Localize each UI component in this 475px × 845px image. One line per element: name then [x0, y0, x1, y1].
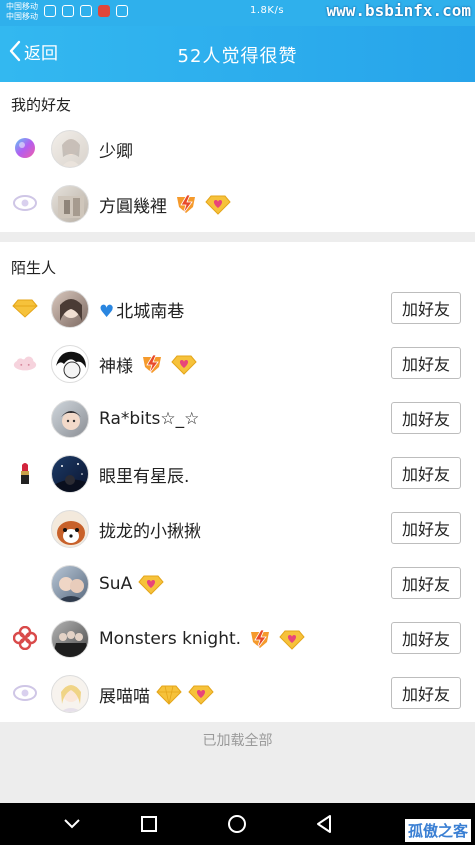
stranger-name: Ra*bits☆_☆ — [99, 409, 200, 429]
avatar[interactable] — [51, 510, 89, 548]
recent-apps-icon[interactable] — [134, 811, 164, 837]
messenger-notify-icon — [62, 5, 74, 17]
avatar[interactable] — [51, 455, 89, 493]
carrier-line-2: 中国移动 — [6, 12, 38, 21]
diamond-heart-icon — [279, 628, 305, 650]
all-loaded-text: 已加载全部 — [202, 733, 273, 749]
stranger-name-wrap: 展喵喵 — [99, 667, 214, 721]
svip-lightning-icon — [139, 353, 165, 375]
diamond-heart-icon — [138, 573, 164, 595]
stranger-row[interactable]: SuA 加好友 — [0, 557, 475, 611]
chevron-down-icon[interactable] — [57, 811, 87, 837]
svip-lightning-icon — [247, 628, 273, 650]
avatar[interactable] — [51, 565, 89, 603]
app-notify-icon — [98, 5, 110, 17]
stranger-name: 展喵喵 — [99, 686, 150, 707]
strangers-section: 陌生人 ♥ 北城南巷 加好友 神様 加好友 Ra*bits☆_☆ 加好友 眼里有… — [0, 242, 475, 722]
add-friend-button[interactable]: 加好友 — [391, 292, 461, 324]
friend-name-wrap: 少卿 — [99, 122, 133, 176]
avatar[interactable] — [51, 400, 89, 438]
stranger-name-wrap: SuA — [99, 557, 164, 611]
avatar[interactable] — [51, 185, 89, 223]
avatar[interactable] — [51, 290, 89, 328]
vip-orb-icon — [12, 135, 38, 161]
stranger-name: ♥ 北城南巷 — [99, 297, 184, 322]
diamond-heart-icon — [205, 193, 231, 215]
stranger-name-wrap: Monsters knight. — [99, 612, 305, 666]
stranger-name-text: 北城南巷 — [116, 301, 185, 322]
stranger-name-wrap: 神様 — [99, 337, 197, 391]
svip-lightning-icon — [173, 193, 199, 215]
qq-notify-icon — [44, 5, 56, 17]
stranger-name-wrap: Ra*bits☆_☆ — [99, 392, 199, 446]
friend-name: 少卿 — [99, 141, 133, 162]
carrier-line-1: 中国移动 — [6, 2, 38, 11]
friends-section-title: 我的好友 — [11, 96, 72, 114]
battery-notify-icon — [80, 5, 92, 17]
stranger-name: 眼里有星辰. — [99, 466, 190, 487]
add-friend-button[interactable]: 加好友 — [391, 347, 461, 379]
speed-text: 1.8K/s — [250, 5, 285, 16]
diamond-heart-icon — [188, 683, 214, 705]
gold-diamond-badge-icon — [12, 295, 38, 321]
friend-row[interactable]: 方圓幾裡 — [0, 177, 475, 231]
network-speed: 1.8K/s — [250, 5, 288, 16]
home-icon[interactable] — [222, 811, 252, 837]
bottom-watermark: 孤傲之客 — [404, 819, 471, 842]
stranger-row[interactable]: Ra*bits☆_☆ 加好友 — [0, 392, 475, 446]
watermark-text: www.bsbinfx.com — [326, 1, 472, 20]
friends-section: 我的好友 少卿 方圓幾裡 — [0, 82, 475, 232]
pink-cloud-badge-icon — [12, 350, 38, 376]
stranger-name-wrap: ♥ 北城南巷 — [99, 282, 184, 336]
friend-name: 方圓幾裡 — [99, 196, 167, 217]
avatar[interactable] — [51, 675, 89, 713]
back-triangle-icon[interactable] — [309, 811, 339, 837]
add-friend-button[interactable]: 加好友 — [391, 622, 461, 654]
blue-heart-icon: ♥ — [99, 301, 115, 322]
add-friend-button[interactable]: 加好友 — [391, 457, 461, 489]
stranger-name-wrap: 眼里有星辰. — [99, 447, 189, 501]
stranger-row[interactable]: 神様 加好友 — [0, 337, 475, 391]
header-bar: 返回 52人觉得很赞 — [0, 26, 475, 82]
eye-badge-icon — [12, 680, 38, 706]
carrier-info: 中国移动 中国移动 — [6, 2, 38, 22]
eye-badge-icon — [12, 190, 38, 216]
add-friend-button[interactable]: 加好友 — [391, 512, 461, 544]
stranger-row[interactable]: Monsters knight. 加好友 — [0, 612, 475, 666]
stranger-name: 神様 — [99, 356, 133, 377]
add-friend-button[interactable]: 加好友 — [391, 402, 461, 434]
stranger-name: Monsters knight. — [99, 629, 242, 649]
stranger-name-wrap: 拢龙的小揪揪 — [99, 502, 201, 556]
stranger-row[interactable]: 眼里有星辰. 加好友 — [0, 447, 475, 501]
stranger-row[interactable]: ♥ 北城南巷 加好友 — [0, 282, 475, 336]
page-title: 52人觉得很赞 — [177, 46, 298, 67]
stranger-row[interactable]: 展喵喵 加好友 — [0, 667, 475, 721]
status-icons — [44, 5, 128, 17]
stranger-name: SuA — [99, 574, 133, 594]
gold-diamond-icon — [156, 683, 182, 705]
stranger-row[interactable]: 拢龙的小揪揪 加好友 — [0, 502, 475, 556]
more-notify-icon — [116, 5, 128, 17]
system-nav-bar: 孤傲之客 — [0, 803, 475, 845]
add-friend-button[interactable]: 加好友 — [391, 567, 461, 599]
avatar[interactable] — [51, 345, 89, 383]
red-knot-badge-icon — [12, 625, 38, 651]
avatar[interactable] — [51, 620, 89, 658]
friend-name-wrap: 方圓幾裡 — [99, 177, 231, 231]
avatar[interactable] — [51, 130, 89, 168]
diamond-heart-icon — [171, 353, 197, 375]
add-friend-button[interactable]: 加好友 — [391, 677, 461, 709]
app-root: 中国移动 中国移动 1.8K/s www.bsbinfx.com 返回 52人觉… — [0, 0, 475, 845]
status-bar: 中国移动 中国移动 1.8K/s www.bsbinfx.com — [0, 0, 475, 26]
stranger-name: 拢龙的小揪揪 — [99, 521, 201, 542]
lipstick-badge-icon — [12, 460, 38, 486]
friend-row[interactable]: 少卿 — [0, 122, 475, 176]
strangers-section-title: 陌生人 — [11, 259, 57, 277]
